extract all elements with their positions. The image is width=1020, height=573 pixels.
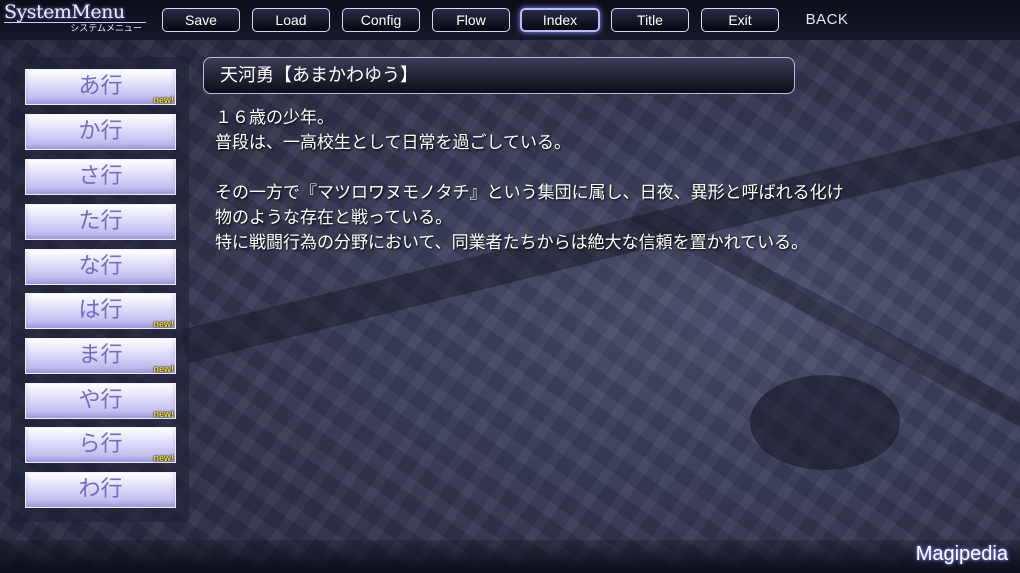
top-menu-bar (0, 0, 1020, 40)
back-button[interactable]: BACK (795, 9, 859, 31)
description-line: 普段は、一高校生として日常を過ごしている。 (215, 133, 571, 153)
system-menu-logo: SystemMenu システムメニュー (4, 2, 146, 38)
new-badge: new! (153, 95, 174, 105)
sidebar-item-ta[interactable]: た行 (25, 204, 176, 240)
flow-button[interactable]: Flow (432, 8, 510, 32)
sidebar-item-label: さ行 (78, 164, 123, 189)
sidebar-item-label: あ行 (78, 74, 123, 99)
sidebar-item-label: か行 (78, 119, 123, 144)
sidebar-item-label: な行 (78, 254, 123, 279)
background-plaza (750, 375, 900, 470)
new-badge: new! (153, 364, 174, 374)
sidebar-item-ma[interactable]: ま行 new! (25, 338, 176, 374)
sidebar-item-ha[interactable]: は行 new! (25, 293, 176, 329)
sidebar-item-a[interactable]: あ行 new! (25, 69, 176, 105)
sidebar-item-ra[interactable]: ら行 new! (25, 427, 176, 463)
sidebar-item-label: や行 (78, 388, 123, 413)
sidebar-item-ka[interactable]: か行 (25, 114, 176, 150)
sidebar-item-label: は行 (78, 298, 123, 323)
entry-description: １６歳の少年。 普段は、一高校生として日常を過ごしている。 その一方で『マツロワ… (215, 106, 975, 256)
entry-title: 天河勇【あまかわゆう】 (203, 57, 795, 94)
sidebar-item-sa[interactable]: さ行 (25, 159, 176, 195)
description-line: 物のような存在と戦っている。 (215, 208, 453, 228)
sidebar-item-na[interactable]: な行 (25, 249, 176, 285)
new-badge: new! (153, 453, 174, 463)
index-button[interactable]: Index (520, 8, 600, 32)
logo-title: SystemMenu (4, 2, 146, 23)
title-button[interactable]: Title (611, 8, 689, 32)
description-line (215, 156, 975, 181)
bottom-bar (0, 540, 1020, 573)
new-badge: new! (153, 319, 174, 329)
sidebar-item-ya[interactable]: や行 new! (25, 383, 176, 419)
load-button[interactable]: Load (252, 8, 330, 32)
sidebar-item-label: わ行 (78, 477, 123, 502)
save-button[interactable]: Save (162, 8, 240, 32)
new-badge: new! (153, 409, 174, 419)
sidebar-item-label: ま行 (78, 343, 123, 368)
description-line: その一方で『マツロワヌモノタチ』という集団に属し、日夜、異形と呼ばれる化け (215, 183, 844, 203)
sidebar-item-wa[interactable]: わ行 (25, 472, 176, 508)
config-button[interactable]: Config (342, 8, 420, 32)
magipedia-label: Magipedia (915, 543, 1008, 565)
logo-subtitle: システムメニュー (70, 24, 142, 34)
exit-button[interactable]: Exit (701, 8, 779, 32)
sidebar-item-label: た行 (78, 209, 123, 234)
description-line: 特に戦闘行為の分野において、同業者たちからは絶大な信頼を置かれている。 (215, 233, 809, 253)
sidebar-item-label: ら行 (78, 432, 123, 457)
description-line: １６歳の少年。 (215, 108, 334, 128)
